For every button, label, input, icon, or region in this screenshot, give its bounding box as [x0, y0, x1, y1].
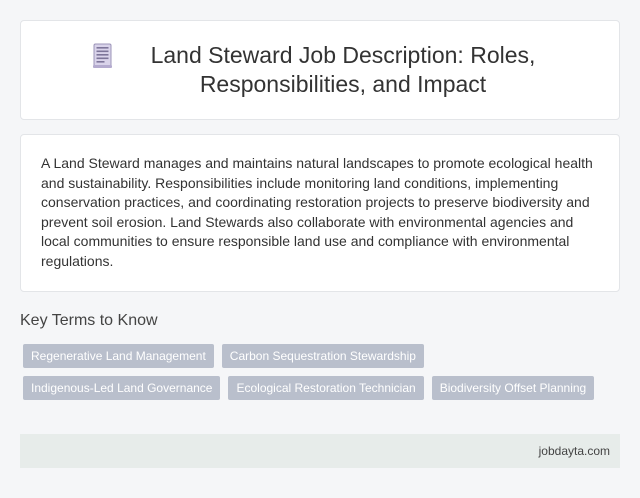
job-description: A Land Steward manages and maintains nat… [41, 155, 593, 269]
title-card: Land Steward Job Description: Roles, Res… [20, 20, 620, 120]
footer: jobdayta.com [20, 434, 620, 468]
tag-row: Regenerative Land Management Carbon Sequ… [23, 344, 613, 368]
title-wrap: Land Steward Job Description: Roles, Res… [92, 41, 548, 99]
key-terms-list: Regenerative Land Management Carbon Sequ… [23, 344, 613, 408]
page-title: Land Steward Job Description: Roles, Res… [150, 42, 536, 97]
document-icon [93, 43, 112, 68]
key-term-tag[interactable]: Ecological Restoration Technician [228, 376, 424, 400]
key-term-tag[interactable]: Biodiversity Offset Planning [431, 376, 595, 400]
key-term-tag[interactable]: Indigenous-Led Land Governance [23, 376, 221, 400]
key-term-tag[interactable]: Carbon Sequestration Stewardship [221, 344, 424, 368]
description-card: A Land Steward manages and maintains nat… [20, 134, 620, 292]
key-terms-heading: Key Terms to Know [20, 312, 158, 329]
key-term-tag[interactable]: Regenerative Land Management [23, 344, 214, 368]
tag-row: Indigenous-Led Land Governance Ecologica… [23, 376, 613, 400]
footer-site-link[interactable]: jobdayta.com [539, 444, 610, 458]
